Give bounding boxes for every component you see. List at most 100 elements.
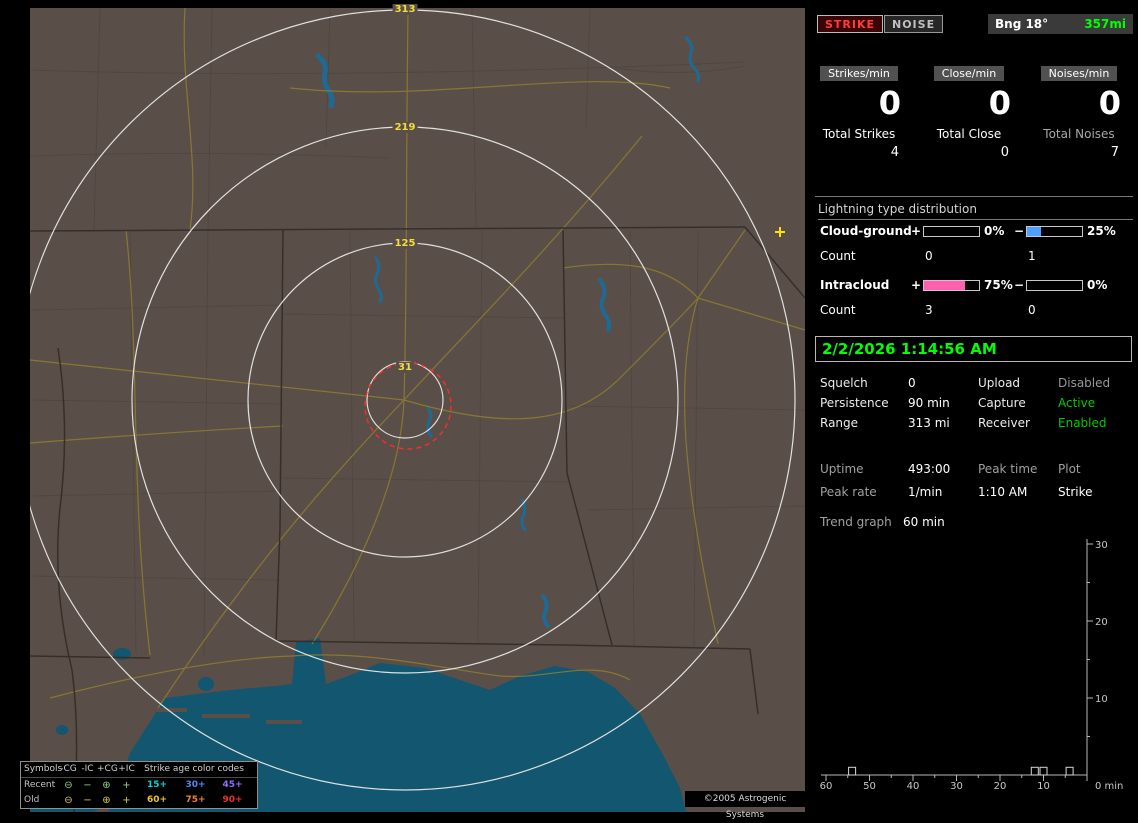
svg-text:50: 50 bbox=[863, 781, 876, 792]
range-label: Range bbox=[820, 416, 859, 430]
legend-recent-label: Recent bbox=[24, 780, 56, 790]
strikes-per-min-value: 0 bbox=[878, 84, 901, 122]
trend-bar bbox=[1030, 766, 1039, 776]
plus-sign: + bbox=[911, 224, 922, 238]
capture-status: Active bbox=[1058, 396, 1096, 410]
intracloud-label: Intracloud bbox=[820, 278, 890, 292]
noises-per-min-value: 0 bbox=[1098, 84, 1121, 122]
legend-age-header: Strike age color codes bbox=[144, 764, 244, 774]
age-75: 75+ bbox=[185, 795, 206, 805]
cloudground-plus-bar bbox=[923, 226, 980, 237]
legend-col-pos-cg: +CG bbox=[97, 764, 118, 774]
intracloud-plus-pct: 75% bbox=[984, 278, 1013, 292]
neg-ic-old-icon: − bbox=[83, 795, 92, 806]
persistence-label: Persistence bbox=[820, 396, 889, 410]
bearing-value: 357mi bbox=[1084, 17, 1126, 31]
ring-label-313: 313 bbox=[392, 4, 418, 15]
legend-old-row: Old ⊖ − ⊕ + 60+ 75+ 90+ bbox=[21, 793, 257, 808]
strike-button[interactable]: STRIKE bbox=[817, 15, 884, 33]
cloudground-minus-fill bbox=[1027, 227, 1041, 236]
close-per-min-value: 0 bbox=[988, 84, 1011, 122]
noises-per-min-label: Noises/min bbox=[1040, 66, 1118, 81]
minus-sign: − bbox=[1014, 224, 1025, 238]
svg-text:20: 20 bbox=[1095, 617, 1108, 628]
persistence-value: 90 min bbox=[908, 396, 950, 410]
upload-status: Disabled bbox=[1058, 376, 1111, 390]
trend-graph-label: Trend graph bbox=[820, 515, 892, 529]
distribution-title: Lightning type distribution bbox=[818, 202, 1133, 220]
total-close-value: 0 bbox=[1000, 145, 1009, 160]
legend-col-pos-ic: +IC bbox=[118, 764, 135, 774]
neg-cg-recent-icon: ⊖ bbox=[64, 780, 73, 791]
cloudground-label: Cloud-ground bbox=[820, 224, 912, 238]
trend-bar bbox=[1039, 766, 1048, 776]
ring-label-219: 219 bbox=[392, 122, 418, 133]
receiver-status: Enabled bbox=[1058, 416, 1107, 430]
intracloud-plus-count: 3 bbox=[925, 303, 933, 317]
cloudground-plus-pct: 0% bbox=[984, 224, 1005, 238]
noise-button[interactable]: NOISE bbox=[884, 15, 944, 33]
intracloud-minus-count: 0 bbox=[1028, 303, 1036, 317]
cloudground-minus-pct: 25% bbox=[1087, 224, 1116, 238]
counter-close: Close/min 0 Total Close 0 bbox=[915, 62, 1023, 160]
legend-recent-row: Recent ⊖ − ⊕ + 15+ 30+ 45+ bbox=[21, 778, 257, 793]
bearing-label: Bng 18° bbox=[995, 17, 1049, 31]
strikes-per-min-label: Strikes/min bbox=[820, 66, 898, 81]
svg-text:10: 10 bbox=[1037, 781, 1050, 792]
pos-ic-recent-icon: + bbox=[122, 780, 131, 791]
uptime-value: 493:00 bbox=[908, 462, 951, 476]
pos-cg-old-icon: ⊕ bbox=[102, 795, 111, 806]
total-noises-value: 7 bbox=[1110, 145, 1119, 160]
divider bbox=[815, 196, 1133, 197]
range-value: 313 mi bbox=[908, 416, 950, 430]
pos-ic-old-icon: + bbox=[122, 795, 131, 806]
squelch-value: 0 bbox=[908, 376, 916, 390]
bearing-display: Bng 18° 357mi bbox=[988, 14, 1133, 34]
trend-bar bbox=[1065, 766, 1074, 776]
total-strikes-value: 4 bbox=[890, 145, 899, 160]
legend-symbols-header: Symbols bbox=[24, 764, 63, 774]
datetime-display: 2/2/2026 1:14:56 AM bbox=[815, 336, 1132, 362]
counter-noises: Noises/min 0 Total Noises 7 bbox=[1025, 62, 1133, 160]
svg-text:20: 20 bbox=[994, 781, 1007, 792]
lightning-tracker-app: 313 219 125 31 ©2005 Astrogenic Systems … bbox=[0, 0, 1138, 820]
svg-text:30: 30 bbox=[950, 781, 963, 792]
capture-label: Capture bbox=[978, 396, 1026, 410]
age-60: 60+ bbox=[146, 795, 168, 805]
pos-cg-recent-icon: ⊕ bbox=[102, 780, 111, 791]
neg-ic-recent-icon: − bbox=[83, 780, 92, 791]
plus-sign: + bbox=[911, 278, 922, 292]
map-legend: Symbols -CG -IC +CG +IC Strike age color… bbox=[20, 761, 258, 809]
peak-time-label: Peak time bbox=[978, 462, 1038, 476]
ring-label-125: 125 bbox=[392, 238, 418, 249]
legend-col-neg-ic: -IC bbox=[81, 764, 94, 774]
ring-label-31: 31 bbox=[396, 362, 414, 373]
age-15: 15+ bbox=[146, 780, 168, 790]
upload-label: Upload bbox=[978, 376, 1021, 390]
plot-label: Plot bbox=[1058, 462, 1081, 476]
squelch-label: Squelch bbox=[820, 376, 868, 390]
svg-text:30: 30 bbox=[1095, 540, 1108, 551]
peak-rate-value: 1/min bbox=[908, 485, 943, 499]
total-strikes-label: Total Strikes bbox=[822, 127, 896, 141]
svg-text:10: 10 bbox=[1095, 694, 1108, 705]
svg-text:40: 40 bbox=[907, 781, 920, 792]
age-45: 45+ bbox=[222, 780, 243, 790]
neg-cg-old-icon: ⊖ bbox=[64, 795, 73, 806]
map[interactable]: 313 219 125 31 ©2005 Astrogenic Systems bbox=[30, 4, 805, 820]
age-30: 30+ bbox=[185, 780, 206, 790]
copyright-notice: ©2005 Astrogenic Systems bbox=[685, 791, 805, 820]
trend-graph: 10 20 30 0 min 10 20 30 40 50 60 bbox=[820, 539, 1123, 792]
intracloud-plus-bar bbox=[923, 280, 980, 291]
trend-window-value: 60 min bbox=[903, 515, 945, 529]
minus-sign: − bbox=[1014, 278, 1025, 292]
total-noises-label: Total Noises bbox=[1043, 127, 1115, 141]
svg-text:0 min: 0 min bbox=[1095, 781, 1123, 792]
legend-old-label: Old bbox=[24, 795, 40, 805]
counter-strikes: Strikes/min 0 Total Strikes 4 bbox=[805, 62, 913, 160]
cloudground-minus-bar bbox=[1026, 226, 1083, 237]
map-canvas bbox=[30, 8, 805, 812]
trend-bar bbox=[848, 766, 857, 776]
legend-col-neg-cg: -CG bbox=[60, 764, 77, 774]
intracloud-minus-pct: 0% bbox=[1087, 278, 1108, 292]
